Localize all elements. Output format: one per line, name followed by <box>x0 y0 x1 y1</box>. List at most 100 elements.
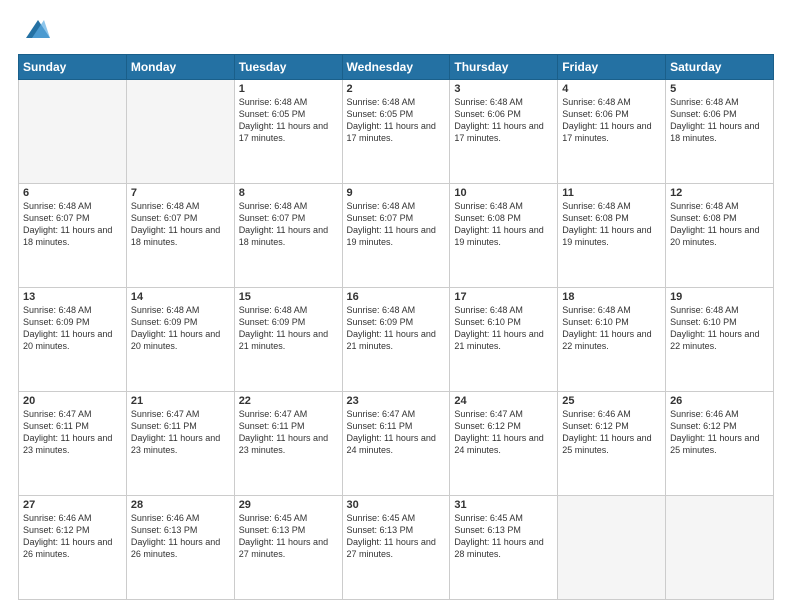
day-info: Sunrise: 6:46 AM Sunset: 6:12 PM Dayligh… <box>23 512 122 561</box>
day-info: Sunrise: 6:48 AM Sunset: 6:09 PM Dayligh… <box>131 304 230 353</box>
day-info: Sunrise: 6:48 AM Sunset: 6:08 PM Dayligh… <box>670 200 769 249</box>
calendar-day-cell <box>558 496 666 600</box>
day-number: 25 <box>562 395 661 407</box>
day-info: Sunrise: 6:45 AM Sunset: 6:13 PM Dayligh… <box>454 512 553 561</box>
calendar-header-row: Sunday Monday Tuesday Wednesday Thursday… <box>19 55 774 80</box>
day-info: Sunrise: 6:48 AM Sunset: 6:07 PM Dayligh… <box>23 200 122 249</box>
calendar-day-cell: 9Sunrise: 6:48 AM Sunset: 6:07 PM Daylig… <box>342 184 450 288</box>
day-number: 20 <box>23 395 122 407</box>
calendar-day-cell: 22Sunrise: 6:47 AM Sunset: 6:11 PM Dayli… <box>234 392 342 496</box>
calendar-day-cell: 3Sunrise: 6:48 AM Sunset: 6:06 PM Daylig… <box>450 80 558 184</box>
calendar-day-cell: 16Sunrise: 6:48 AM Sunset: 6:09 PM Dayli… <box>342 288 450 392</box>
calendar-day-cell: 15Sunrise: 6:48 AM Sunset: 6:09 PM Dayli… <box>234 288 342 392</box>
day-info: Sunrise: 6:45 AM Sunset: 6:13 PM Dayligh… <box>347 512 446 561</box>
day-number: 14 <box>131 291 230 303</box>
day-number: 3 <box>454 83 553 95</box>
calendar-day-cell: 18Sunrise: 6:48 AM Sunset: 6:10 PM Dayli… <box>558 288 666 392</box>
day-number: 26 <box>670 395 769 407</box>
day-info: Sunrise: 6:48 AM Sunset: 6:05 PM Dayligh… <box>347 96 446 145</box>
day-number: 18 <box>562 291 661 303</box>
day-number: 6 <box>23 187 122 199</box>
calendar-week-row: 20Sunrise: 6:47 AM Sunset: 6:11 PM Dayli… <box>19 392 774 496</box>
day-info: Sunrise: 6:48 AM Sunset: 6:07 PM Dayligh… <box>131 200 230 249</box>
col-monday: Monday <box>126 55 234 80</box>
calendar-day-cell: 25Sunrise: 6:46 AM Sunset: 6:12 PM Dayli… <box>558 392 666 496</box>
day-number: 5 <box>670 83 769 95</box>
calendar-day-cell: 20Sunrise: 6:47 AM Sunset: 6:11 PM Dayli… <box>19 392 127 496</box>
calendar-day-cell: 8Sunrise: 6:48 AM Sunset: 6:07 PM Daylig… <box>234 184 342 288</box>
calendar-day-cell: 5Sunrise: 6:48 AM Sunset: 6:06 PM Daylig… <box>666 80 774 184</box>
calendar-day-cell: 11Sunrise: 6:48 AM Sunset: 6:08 PM Dayli… <box>558 184 666 288</box>
calendar-week-row: 6Sunrise: 6:48 AM Sunset: 6:07 PM Daylig… <box>19 184 774 288</box>
col-friday: Friday <box>558 55 666 80</box>
day-number: 28 <box>131 499 230 511</box>
day-number: 21 <box>131 395 230 407</box>
calendar-day-cell <box>126 80 234 184</box>
calendar-week-row: 1 Sunrise: 6:48 AM Sunset: 6:05 PM Daylig… <box>19 80 774 184</box>
day-number: 10 <box>454 187 553 199</box>
day-info: Sunrise: 6:47 AM Sunset: 6:11 PM Dayligh… <box>239 408 338 457</box>
day-number: 19 <box>670 291 769 303</box>
calendar-day-cell: 23Sunrise: 6:47 AM Sunset: 6:11 PM Dayli… <box>342 392 450 496</box>
day-number: 16 <box>347 291 446 303</box>
calendar-day-cell: 31Sunrise: 6:45 AM Sunset: 6:13 PM Dayli… <box>450 496 558 600</box>
day-info: Sunrise: 6:47 AM Sunset: 6:12 PM Dayligh… <box>454 408 553 457</box>
day-number: 8 <box>239 187 338 199</box>
calendar-day-cell: 24Sunrise: 6:47 AM Sunset: 6:12 PM Dayli… <box>450 392 558 496</box>
day-info: Sunrise: 6:48 AM Sunset: 6:06 PM Dayligh… <box>670 96 769 145</box>
page-header <box>18 16 774 44</box>
calendar-table: Sunday Monday Tuesday Wednesday Thursday… <box>18 54 774 600</box>
logo <box>18 16 56 44</box>
calendar-day-cell: 26Sunrise: 6:46 AM Sunset: 6:12 PM Dayli… <box>666 392 774 496</box>
day-number: 12 <box>670 187 769 199</box>
col-tuesday: Tuesday <box>234 55 342 80</box>
calendar-day-cell: 17Sunrise: 6:48 AM Sunset: 6:10 PM Dayli… <box>450 288 558 392</box>
day-info: Sunrise: 6:48 AM Sunset: 6:07 PM Dayligh… <box>239 200 338 249</box>
day-info: Sunrise: 6:48 AM Sunset: 6:07 PM Dayligh… <box>347 200 446 249</box>
col-thursday: Thursday <box>450 55 558 80</box>
col-saturday: Saturday <box>666 55 774 80</box>
calendar-day-cell <box>666 496 774 600</box>
calendar-day-cell: 1Sunrise: 6:48 AM Sunset: 6:05 PM Daylig… <box>234 80 342 184</box>
day-info: Sunrise: 6:48 AM Sunset: 6:10 PM Dayligh… <box>670 304 769 353</box>
day-info: Sunrise: 6:47 AM Sunset: 6:11 PM Dayligh… <box>347 408 446 457</box>
calendar-day-cell: 6Sunrise: 6:48 AM Sunset: 6:07 PM Daylig… <box>19 184 127 288</box>
day-info: Sunrise: 6:48 AM Sunset: 6:08 PM Dayligh… <box>562 200 661 249</box>
logo-icon <box>18 16 50 44</box>
day-number: 7 <box>131 187 230 199</box>
day-number: 31 <box>454 499 553 511</box>
day-number: 1 <box>239 83 338 95</box>
day-info: Sunrise: 6:48 AM Sunset: 6:10 PM Dayligh… <box>562 304 661 353</box>
calendar-day-cell: 14Sunrise: 6:48 AM Sunset: 6:09 PM Dayli… <box>126 288 234 392</box>
calendar-day-cell: 10Sunrise: 6:48 AM Sunset: 6:08 PM Dayli… <box>450 184 558 288</box>
day-number: 17 <box>454 291 553 303</box>
calendar-day-cell: 13Sunrise: 6:48 AM Sunset: 6:09 PM Dayli… <box>19 288 127 392</box>
day-number: 30 <box>347 499 446 511</box>
calendar-day-cell: 21Sunrise: 6:47 AM Sunset: 6:11 PM Dayli… <box>126 392 234 496</box>
calendar-day-cell <box>19 80 127 184</box>
day-number: 23 <box>347 395 446 407</box>
calendar-day-cell: 27Sunrise: 6:46 AM Sunset: 6:12 PM Dayli… <box>19 496 127 600</box>
day-info: Sunrise: 6:48 AM Sunset: 6:06 PM Dayligh… <box>562 96 661 145</box>
day-info: Sunrise: 6:46 AM Sunset: 6:12 PM Dayligh… <box>670 408 769 457</box>
day-number: 24 <box>454 395 553 407</box>
day-number: 9 <box>347 187 446 199</box>
day-info: Sunrise: 6:45 AM Sunset: 6:13 PM Dayligh… <box>239 512 338 561</box>
day-info: Sunrise: 6:48 AM Sunset: 6:09 PM Dayligh… <box>23 304 122 353</box>
day-info: Sunrise: 6:48 AM Sunset: 6:08 PM Dayligh… <box>454 200 553 249</box>
day-number: 4 <box>562 83 661 95</box>
calendar-day-cell: 19Sunrise: 6:48 AM Sunset: 6:10 PM Dayli… <box>666 288 774 392</box>
day-info: Sunrise: 6:46 AM Sunset: 6:12 PM Dayligh… <box>562 408 661 457</box>
day-info: Sunrise: 6:47 AM Sunset: 6:11 PM Dayligh… <box>23 408 122 457</box>
calendar-day-cell: 28Sunrise: 6:46 AM Sunset: 6:13 PM Dayli… <box>126 496 234 600</box>
col-wednesday: Wednesday <box>342 55 450 80</box>
calendar-week-row: 27Sunrise: 6:46 AM Sunset: 6:12 PM Dayli… <box>19 496 774 600</box>
calendar-day-cell: 30Sunrise: 6:45 AM Sunset: 6:13 PM Dayli… <box>342 496 450 600</box>
day-info: Sunrise: 6:48 AM Sunset: 6:10 PM Dayligh… <box>454 304 553 353</box>
day-info: Sunrise: 6:47 AM Sunset: 6:11 PM Dayligh… <box>131 408 230 457</box>
calendar-day-cell: 12Sunrise: 6:48 AM Sunset: 6:08 PM Dayli… <box>666 184 774 288</box>
day-info: Sunrise: 6:48 AM Sunset: 6:09 PM Dayligh… <box>239 304 338 353</box>
calendar-week-row: 13Sunrise: 6:48 AM Sunset: 6:09 PM Dayli… <box>19 288 774 392</box>
day-number: 13 <box>23 291 122 303</box>
day-number: 27 <box>23 499 122 511</box>
